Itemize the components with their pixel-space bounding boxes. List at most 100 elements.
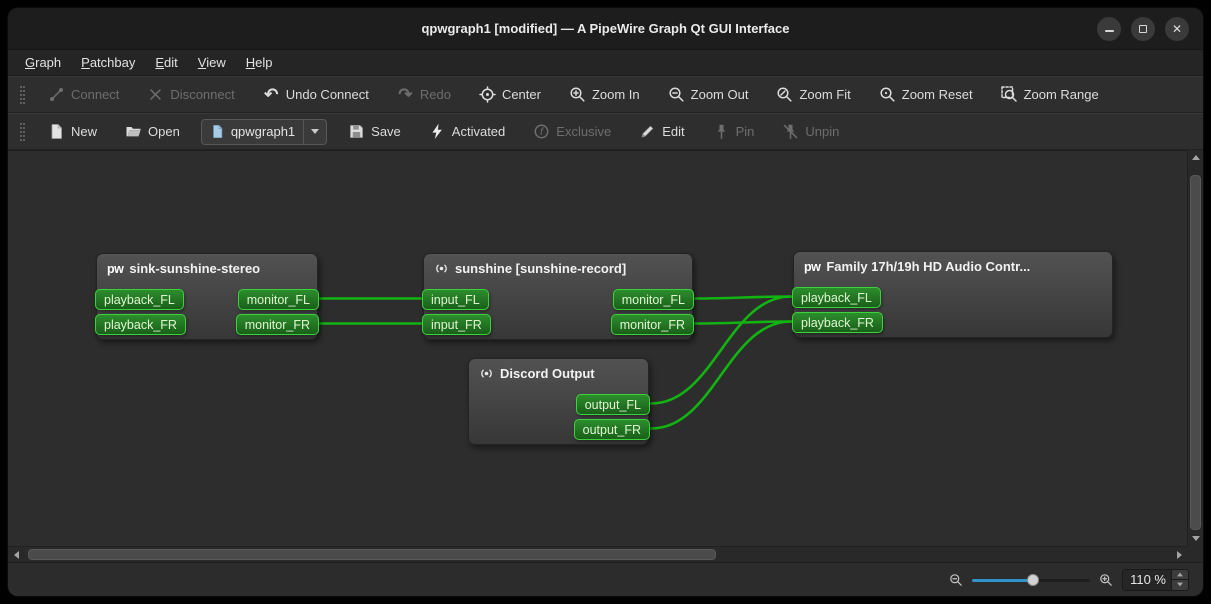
- horizontal-scrollbar[interactable]: [8, 546, 1187, 562]
- scroll-right-button[interactable]: [1171, 547, 1187, 562]
- menu-help[interactable]: Help: [237, 52, 282, 73]
- close-icon: ✕: [1172, 22, 1182, 36]
- vertical-scrollbar[interactable]: [1187, 150, 1203, 546]
- node-title: Discord Output: [500, 366, 595, 381]
- zoom-in-mini-icon[interactable]: [1099, 573, 1113, 587]
- menu-help-label: H: [246, 55, 255, 70]
- close-button[interactable]: ✕: [1165, 17, 1189, 41]
- zoom-in-label: Zoom In: [592, 87, 640, 102]
- new-button[interactable]: New: [41, 119, 104, 144]
- node-header: pw Family 17h/19h HD Audio Contr...: [794, 252, 1112, 274]
- scroll-up-button[interactable]: [1188, 150, 1204, 165]
- zoom-range-icon: [1001, 86, 1018, 103]
- node-header: sunshine [sunshine-record]: [424, 254, 692, 276]
- edit-button[interactable]: Edit: [632, 119, 691, 144]
- zoom-spinbox[interactable]: 110 %: [1122, 569, 1189, 591]
- node-title: Family 17h/19h HD Audio Contr...: [826, 259, 1030, 274]
- port-sink-monitor-fr[interactable]: monitor_FR: [236, 314, 319, 335]
- menu-view-label-rest: iew: [206, 55, 226, 70]
- port-family-playback-fr[interactable]: playback_FR: [792, 312, 883, 333]
- node-discord-output[interactable]: Discord Output output_FL output_FR: [468, 358, 649, 445]
- svg-text:f: f: [540, 126, 544, 138]
- edit-label: Edit: [662, 124, 684, 139]
- menu-edit[interactable]: Edit: [146, 52, 186, 73]
- port-sink-playback-fl[interactable]: playback_FL: [95, 289, 184, 310]
- redo-button[interactable]: ↷ Redo: [390, 82, 458, 107]
- toolbar-grip[interactable]: [20, 86, 25, 104]
- spin-down-button[interactable]: [1172, 580, 1188, 590]
- arrow-up-icon: [1177, 572, 1183, 576]
- node-sunshine[interactable]: sunshine [sunshine-record] input_FL inpu…: [423, 253, 693, 340]
- arrow-left-icon: [14, 551, 19, 559]
- zoom-slider-handle[interactable]: [1027, 574, 1039, 586]
- menu-view[interactable]: View: [189, 52, 235, 73]
- maximize-button[interactable]: [1131, 17, 1155, 41]
- node-header: Discord Output: [469, 359, 648, 381]
- activated-label: Activated: [452, 124, 505, 139]
- undo-icon: ↶: [263, 86, 280, 103]
- disconnect-icon: [147, 86, 164, 103]
- unpin-button[interactable]: Unpin: [775, 119, 846, 144]
- port-discord-output-fr[interactable]: output_FR: [574, 419, 650, 440]
- graph-canvas[interactable]: pw sink-sunshine-stereo playback_FL play…: [8, 150, 1187, 546]
- toolbar-grip-2[interactable]: [20, 123, 25, 141]
- open-label: Open: [148, 124, 180, 139]
- port-sunshine-input-fl[interactable]: input_FL: [422, 289, 489, 310]
- menu-edit-label: E: [155, 55, 164, 70]
- zoom-reset-button[interactable]: Zoom Reset: [872, 82, 980, 107]
- port-sink-monitor-fl[interactable]: monitor_FL: [238, 289, 319, 310]
- undo-connect-button[interactable]: ↶ Undo Connect: [256, 82, 376, 107]
- disconnect-label: Disconnect: [170, 87, 234, 102]
- center-button[interactable]: Center: [472, 82, 548, 107]
- center-label: Center: [502, 87, 541, 102]
- scrollbar-corner: [1187, 546, 1203, 562]
- toolbar-patchbay: New Open qpwgraph1 Save Activated f Excl…: [8, 113, 1203, 150]
- vertical-scrollbar-track[interactable]: [1188, 165, 1203, 531]
- menubar: Graph Patchbay Edit View Help: [8, 50, 1203, 76]
- spin-up-button[interactable]: [1172, 570, 1188, 581]
- save-button[interactable]: Save: [341, 119, 408, 144]
- port-sunshine-monitor-fl[interactable]: monitor_FL: [613, 289, 694, 310]
- node-title: sunshine [sunshine-record]: [455, 261, 626, 276]
- zoom-range-button[interactable]: Zoom Range: [994, 82, 1106, 107]
- pin-button[interactable]: Pin: [706, 119, 762, 144]
- arrow-down-icon: [1177, 583, 1183, 587]
- exclusive-button[interactable]: f Exclusive: [526, 119, 618, 144]
- menu-graph[interactable]: Graph: [16, 52, 70, 73]
- scroll-down-button[interactable]: [1188, 531, 1204, 546]
- undo-connect-label: Undo Connect: [286, 87, 369, 102]
- horizontal-scrollbar-thumb[interactable]: [28, 549, 716, 560]
- pin-label: Pin: [736, 124, 755, 139]
- zoom-in-button[interactable]: Zoom In: [562, 82, 647, 107]
- unpin-label: Unpin: [805, 124, 839, 139]
- node-family-hd-audio[interactable]: pw Family 17h/19h HD Audio Contr... play…: [793, 251, 1113, 338]
- titlebar: qpwgraph1 [modified] — A PipeWire Graph …: [8, 8, 1203, 50]
- zoom-in-icon: [569, 86, 586, 103]
- node-sink-sunshine-stereo[interactable]: pw sink-sunshine-stereo playback_FL play…: [96, 253, 318, 340]
- zoom-out-mini-icon[interactable]: [949, 573, 963, 587]
- new-label: New: [71, 124, 97, 139]
- port-sunshine-monitor-fr[interactable]: monitor_FR: [611, 314, 694, 335]
- port-sunshine-input-fr[interactable]: input_FR: [422, 314, 491, 335]
- zoom-reset-label: Zoom Reset: [902, 87, 973, 102]
- zoom-slider[interactable]: [972, 571, 1090, 589]
- zoom-reset-icon: [879, 86, 896, 103]
- open-button[interactable]: Open: [118, 119, 187, 144]
- zoom-slider-fill: [972, 579, 1033, 582]
- port-family-playback-fl[interactable]: playback_FL: [792, 287, 881, 308]
- zoom-fit-label: Zoom Fit: [799, 87, 850, 102]
- zoom-out-button[interactable]: Zoom Out: [661, 82, 756, 107]
- disconnect-button[interactable]: Disconnect: [140, 82, 241, 107]
- port-discord-output-fl[interactable]: output_FL: [576, 394, 650, 415]
- scroll-left-button[interactable]: [8, 547, 24, 562]
- activated-button[interactable]: Activated: [422, 119, 512, 144]
- port-sink-playback-fr[interactable]: playback_FR: [95, 314, 186, 335]
- minimize-button[interactable]: [1097, 17, 1121, 41]
- connect-button[interactable]: Connect: [41, 82, 126, 107]
- horizontal-scrollbar-track[interactable]: [24, 547, 1171, 562]
- session-combobox-arrow[interactable]: [303, 120, 326, 144]
- menu-patchbay[interactable]: Patchbay: [72, 52, 144, 73]
- vertical-scrollbar-thumb[interactable]: [1190, 175, 1201, 530]
- session-combobox[interactable]: qpwgraph1: [201, 119, 327, 145]
- zoom-fit-button[interactable]: Zoom Fit: [769, 82, 857, 107]
